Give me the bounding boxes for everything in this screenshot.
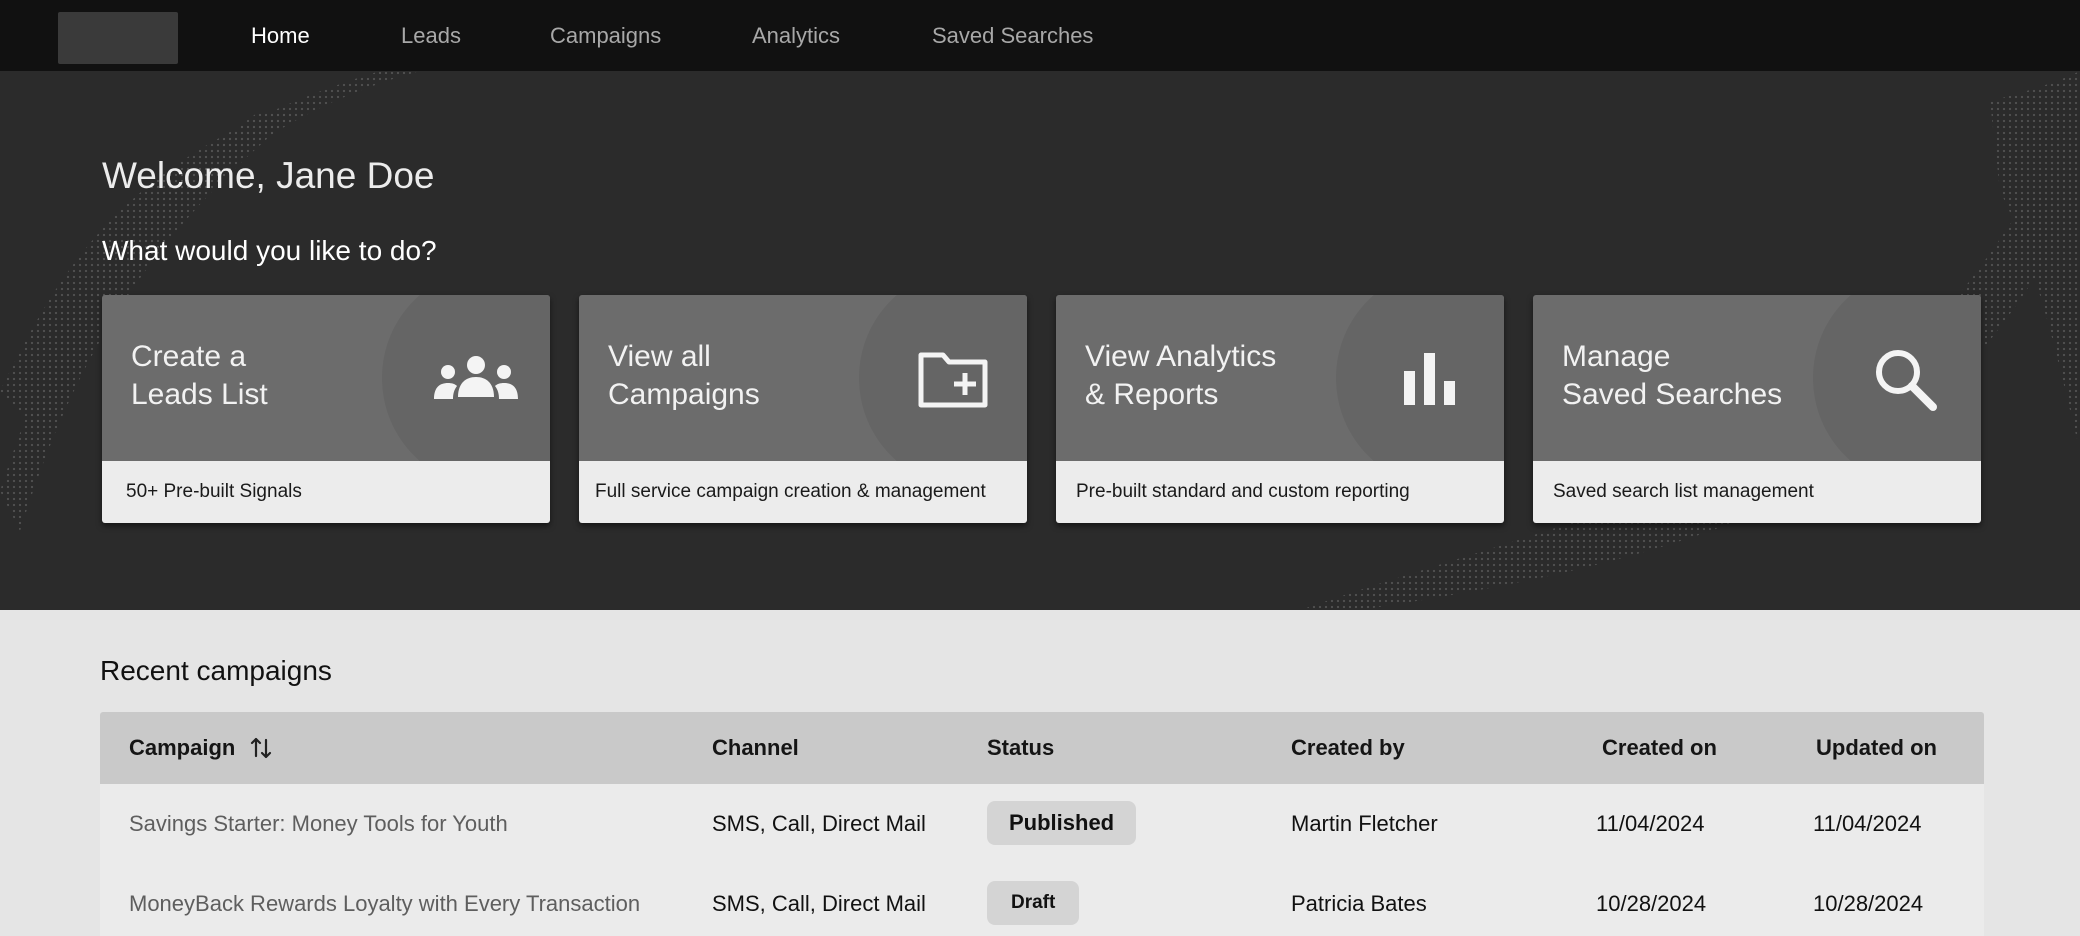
column-header-created-on: Created on — [1602, 735, 1717, 760]
sort-icon[interactable] — [250, 736, 272, 760]
card-title: View all Campaigns — [608, 340, 760, 411]
recent-campaigns-table: Campaign Channel Status Created by Creat… — [100, 712, 1984, 936]
status-badge: Draft — [987, 881, 1080, 925]
column-header-campaign[interactable]: Campaign — [129, 712, 235, 784]
created-by: Patricia Bates — [1291, 891, 1427, 916]
created-by: Martin Fletcher — [1291, 811, 1438, 836]
card-view-all-campaigns[interactable]: View all Campaigns Full service campaign… — [579, 295, 1027, 523]
campaign-name[interactable]: Savings Starter: Money Tools for Youth — [129, 784, 508, 864]
folder-add-icon — [918, 352, 988, 408]
column-header-channel: Channel — [712, 735, 799, 760]
campaign-channel: SMS, Call, Direct Mail — [712, 891, 926, 916]
campaign-channel: SMS, Call, Direct Mail — [712, 811, 926, 836]
prompt-heading: What would you like to do? — [102, 235, 437, 266]
column-header-updated-on: Updated on — [1816, 735, 1937, 760]
table-row[interactable]: MoneyBack Rewards Loyalty with Every Tra… — [100, 864, 1984, 936]
users-group-icon — [434, 356, 518, 399]
card-create-leads-list[interactable]: Create a Leads List 50+ Pre-built Signal… — [102, 295, 550, 523]
campaign-name[interactable]: MoneyBack Rewards Loyalty with Every Tra… — [129, 864, 640, 936]
nav-item-home[interactable]: Home — [251, 0, 310, 71]
table-header: Campaign Channel Status Created by Creat… — [100, 712, 1984, 784]
card-description: Saved search list management — [1553, 481, 1814, 502]
created-on: 10/28/2024 — [1596, 891, 1707, 916]
nav-item-saved-searches[interactable]: Saved Searches — [932, 0, 1093, 71]
card-manage-saved-searches[interactable]: Manage Saved Searches Saved search list … — [1533, 295, 1981, 523]
top-nav: Home Leads Campaigns Analytics Saved Sea… — [0, 0, 2080, 71]
card-title: View Analytics & Reports — [1085, 340, 1277, 411]
table-row[interactable]: Savings Starter: Money Tools for Youth S… — [100, 784, 1984, 865]
bar-chart-icon — [1404, 353, 1455, 405]
updated-on: 11/04/2024 — [1813, 811, 1922, 836]
card-description: Pre-built standard and custom reporting — [1076, 481, 1410, 502]
updated-on: 10/28/2024 — [1813, 891, 1924, 916]
column-header-status: Status — [987, 735, 1055, 760]
recent-campaigns-heading: Recent campaigns — [100, 655, 332, 686]
nav-item-analytics[interactable]: Analytics — [752, 0, 840, 71]
card-title: Manage Saved Searches — [1562, 340, 1783, 411]
created-on: 11/04/2024 — [1596, 811, 1705, 836]
search-icon — [1876, 350, 1937, 411]
column-header-created-by: Created by — [1291, 735, 1405, 760]
welcome-heading: Welcome, Jane Doe — [102, 155, 435, 196]
nav-item-campaigns[interactable]: Campaigns — [550, 0, 661, 71]
hero-section: Welcome, Jane Doe What would you like to… — [0, 71, 2080, 610]
nav-item-leads[interactable]: Leads — [401, 0, 461, 71]
status-badge: Published — [987, 801, 1137, 845]
card-description: Full service campaign creation & managem… — [595, 481, 986, 502]
card-title: Create a Leads List — [131, 340, 268, 411]
card-view-analytics-reports[interactable]: View Analytics & Reports Pre-built stand… — [1056, 295, 1504, 523]
brand-logo[interactable] — [58, 12, 178, 64]
card-description: 50+ Pre-built Signals — [126, 481, 302, 502]
